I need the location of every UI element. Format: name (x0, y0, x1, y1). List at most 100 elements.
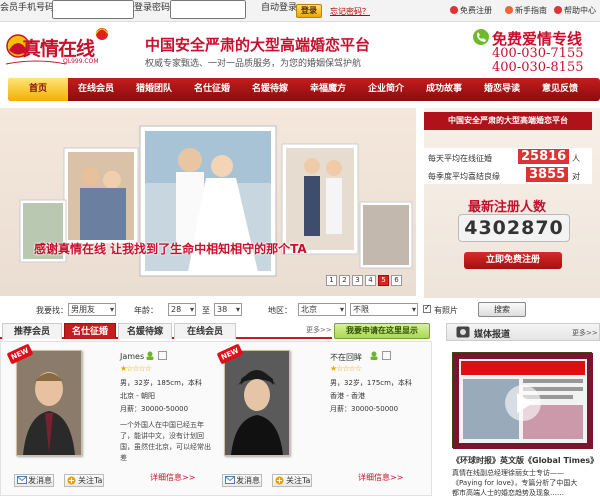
members-more-link[interactable]: 更多>> (306, 325, 332, 335)
age-to-select[interactable]: 38 (214, 303, 242, 316)
member-1-follow-label: 关注Ta (78, 476, 103, 485)
phone-input[interactable] (52, 0, 134, 19)
register-link[interactable]: 免费注册 (450, 5, 492, 16)
banner-page-4[interactable]: 4 (365, 275, 376, 286)
heart-icon (505, 6, 513, 14)
has-photo-label: 有照片 (434, 306, 458, 315)
envelope-icon (17, 476, 27, 484)
daily-online-value: 25816 (518, 149, 570, 164)
hotline-phone-2: 400-030-8155 (492, 60, 584, 75)
nav-happy-cube[interactable]: 幸福魔方 (302, 78, 354, 101)
password-input[interactable] (170, 0, 246, 19)
login-button[interactable]: 登录 (296, 4, 322, 18)
nav-gentlemen[interactable]: 名仕征婚 (186, 78, 238, 101)
search-button[interactable]: 搜索 (478, 302, 526, 317)
member-1-vip-icon (158, 351, 167, 360)
nav-feedback[interactable]: 意见反馈 (534, 78, 586, 101)
area-sub-select[interactable]: 不限 (350, 303, 418, 316)
member-2-message-label: 发消息 (236, 476, 260, 485)
member-2-income: 月薪：30000-50000 (330, 405, 399, 413)
daily-online-unit: 人 (572, 154, 580, 163)
member-1-user-icon (146, 351, 154, 360)
nav-ladies[interactable]: 名媛待嫁 (244, 78, 296, 101)
find-select-value: 男朋友 (71, 305, 95, 314)
stats-headline: 中国安全严肃的大型高端婚恋平台 (424, 112, 592, 130)
member-2-portrait-image (225, 351, 289, 455)
member-2-detail-link[interactable]: 详细信息>> (358, 472, 403, 483)
member-1-detail-link[interactable]: 详细信息>> (150, 472, 195, 483)
member-2-location: 香港 - 香港 (330, 392, 365, 400)
hotline-phone-1: 400-030-7155 (492, 46, 584, 61)
nav-about[interactable]: 企业简介 (360, 78, 412, 101)
season-marriage-unit: 对 (572, 172, 580, 181)
nav-guide[interactable]: 婚恋导读 (476, 78, 528, 101)
nav-hunter-team[interactable]: 猎婚团队 (128, 78, 180, 101)
guide-link[interactable]: 新手指南 (505, 5, 547, 16)
phone-icon (472, 28, 490, 46)
age-from-select[interactable]: 28 (168, 303, 196, 316)
member-2-rating-stars: ★☆☆☆☆ (330, 364, 362, 373)
heart-icon (450, 6, 458, 14)
apply-display-button[interactable]: 我要申请在这里显示 (334, 323, 430, 339)
member-1-photo[interactable] (16, 350, 82, 456)
find-label: 我要找： (36, 306, 68, 315)
banner-page-1[interactable]: 1 (326, 275, 337, 286)
member-1-intro: 一个外国人在中国已经五年了，能讲中文，没有计划回国，虽然住北京，可以经常出差 (120, 421, 211, 462)
media-caption[interactable]: 《环球时报》英文版《Global Times》 (452, 455, 598, 466)
media-title: 媒体报道 (474, 330, 511, 340)
season-marriage-label: 每季度平均喜结良缘 (428, 172, 500, 181)
nav-home[interactable]: 首页 (8, 78, 68, 101)
slogan: 中国安全严肃的大型高端婚恋平台 (145, 36, 371, 54)
guide-link-label: 新手指南 (515, 6, 547, 15)
banner-page-5[interactable]: 5 (378, 275, 389, 286)
has-photo-checkbox[interactable] (423, 303, 431, 313)
area-select[interactable]: 北京 (298, 303, 346, 316)
member-1-info: 男，32岁，185cm，本科 (120, 379, 202, 387)
media-desc-line-1: 真情在线副总经理徐丽女士专访—— (452, 469, 564, 477)
tab-gentlemen[interactable]: 名仕征婚 (64, 323, 116, 339)
member-2-info: 男，32岁，175cm，本科 (330, 379, 412, 387)
age-to-value: 38 (217, 305, 228, 314)
area-label: 地区： (268, 306, 292, 315)
registrations-count: 4302870 (458, 214, 570, 242)
find-select[interactable]: 男朋友 (68, 303, 116, 316)
media-desc-line-2: 《Paying for love》，专篇分析了中国大 (452, 479, 578, 487)
registrations-title: 最新注册人数 (468, 200, 547, 215)
banner-page-6[interactable]: 6 (391, 275, 402, 286)
age-from-value: 28 (171, 305, 182, 314)
member-1-message-label: 发消息 (28, 476, 52, 485)
banner-page-3[interactable]: 3 (352, 275, 363, 286)
tab-recommended[interactable]: 推荐会员 (2, 323, 62, 339)
logo-text: 真情在线 (22, 38, 95, 60)
member-1-income: 月薪：30000-50000 (120, 405, 189, 413)
banner-page-2[interactable]: 2 (339, 275, 350, 286)
tab-ladies[interactable]: 名媛待嫁 (118, 323, 172, 339)
member-1-name[interactable]: James (120, 352, 144, 361)
media-video-player[interactable] (452, 352, 593, 449)
tab-online[interactable]: 在线会员 (174, 323, 236, 339)
banner-slideshow[interactable] (0, 108, 416, 296)
media-more-link[interactable]: 更多>> (572, 328, 598, 338)
nav-stories[interactable]: 成功故事 (418, 78, 470, 101)
follow-icon (67, 476, 76, 485)
nav-online-members[interactable]: 在线会员 (70, 78, 122, 101)
media-icon (456, 326, 470, 338)
help-link-label: 帮助中心 (564, 6, 596, 15)
forgot-password-link[interactable]: 忘记密码？ (330, 6, 370, 17)
member-2-user-icon (370, 351, 378, 360)
area-select-value: 北京 (301, 305, 317, 314)
season-marriage-value: 3855 (526, 167, 569, 182)
newspaper-video-thumbnail (453, 353, 593, 449)
auto-login-label: 自动登录 (261, 3, 298, 13)
free-register-button[interactable]: 立即免费注册 (464, 252, 562, 269)
member-2-photo[interactable] (224, 350, 290, 456)
member-1-rating-stars: ★☆☆☆☆ (120, 364, 152, 373)
member-1-portrait-image (17, 351, 81, 455)
daily-online-label: 每天平均在线征婚 (428, 154, 492, 163)
member-1-location: 北京 - 朝阳 (120, 392, 155, 400)
member-2-name[interactable]: 不在回眸 (330, 352, 362, 363)
member-2-vip-icon (382, 351, 391, 360)
logo-subtext: QL999.COM (63, 58, 99, 65)
help-link[interactable]: 帮助中心 (554, 5, 596, 16)
area-sub-value: 不限 (353, 305, 369, 314)
